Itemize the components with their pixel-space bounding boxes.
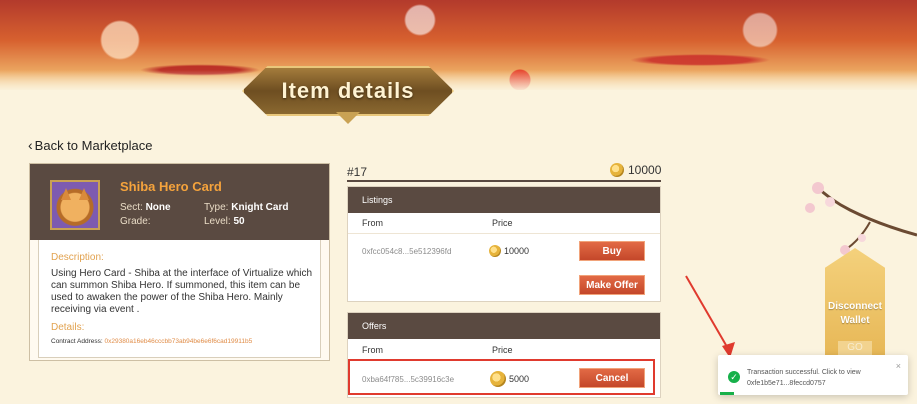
divider (347, 180, 661, 182)
sect-value: None (145, 202, 171, 213)
type-label: Type: (204, 202, 229, 213)
make-offer-button[interactable]: Make Offer (579, 275, 645, 295)
buy-button[interactable]: Buy (579, 241, 645, 261)
highlight-box (348, 359, 655, 395)
item-price-value: 10000 (628, 163, 662, 177)
row-divider (348, 233, 660, 234)
check-icon: ✓ (728, 371, 740, 383)
contract-address: Contract Address: 0x29380a16eb46cccbb73a… (51, 338, 252, 345)
grade-field: Grade: (120, 216, 151, 227)
chevron-left-icon: ‹ (28, 137, 33, 153)
annotation-arrow (685, 275, 735, 358)
toast-tx-hash: 0xfe1b5e71...8feccd0757 (747, 380, 826, 387)
toast-progress (720, 392, 734, 395)
toast-line-1: Transaction successful. Click to view (747, 369, 861, 376)
disconnect-wallet-button[interactable]: Disconnect Wallet (826, 300, 884, 328)
listing-price: 10000 (489, 245, 529, 257)
wallet-label: Wallet (840, 315, 870, 326)
listings-col-price: Price (492, 218, 513, 228)
offers-col-from: From (362, 345, 383, 355)
sect-field: Sect: None (120, 202, 171, 213)
contract-label: Contract Address: (51, 338, 103, 345)
type-field: Type: Knight Card (204, 202, 288, 213)
listings-section: Listings From Price 0xfcc054c8...5e51239… (347, 186, 661, 302)
banner-fade (0, 70, 917, 92)
item-price: 10000 (610, 163, 661, 177)
listing-from[interactable]: 0xfcc054c8...5e512396fd (362, 247, 451, 256)
item-card: Shiba Hero Card Sect: None Type: Knight … (29, 163, 330, 361)
details-label: Details: (51, 322, 85, 333)
item-card-header: Shiba Hero Card Sect: None Type: Knight … (30, 164, 329, 240)
description-label: Description: (51, 252, 104, 263)
back-link-label: Back to Marketplace (34, 137, 153, 153)
go-button[interactable]: GO (838, 341, 872, 355)
offers-title: Offers (348, 313, 660, 339)
description-text: Using Hero Card - Shiba at the interface… (51, 268, 313, 315)
back-to-marketplace-link[interactable]: ‹ Back to Marketplace (28, 137, 152, 153)
blossom-branch (805, 182, 917, 255)
disconnect-label: Disconnect (828, 301, 882, 312)
type-value: Knight Card (231, 202, 289, 213)
item-id: #17 (347, 165, 368, 179)
close-icon[interactable]: × (896, 361, 901, 371)
offers-col-price: Price (492, 345, 513, 355)
item-name: Shiba Hero Card (120, 179, 222, 194)
plaque-ornament (336, 112, 360, 124)
coin-icon (610, 163, 624, 177)
coin-icon (489, 245, 501, 257)
level-value: 50 (233, 216, 245, 227)
page-title-plaque: Item details (242, 66, 454, 116)
listing-price-value: 10000 (504, 246, 530, 256)
avatar-ear (79, 188, 89, 200)
sect-label: Sect: (120, 202, 143, 213)
level-label: Level: (204, 216, 231, 227)
grade-label: Grade: (120, 216, 151, 227)
toast-notification[interactable]: ✓ Transaction successful. Click to view … (718, 355, 908, 395)
toast-message[interactable]: Transaction successful. Click to view 0x… (747, 367, 861, 389)
page-title: Item details (281, 78, 415, 103)
level-field: Level: 50 (204, 216, 245, 227)
listings-title: Listings (348, 187, 660, 213)
shiba-avatar (50, 180, 100, 230)
listings-col-from: From (362, 218, 383, 228)
contract-value[interactable]: 0x29380a16eb46cccbb73ab94be6e6f6cad19911… (104, 338, 252, 345)
item-card-body: Description: Using Hero Card - Shiba at … (38, 240, 321, 358)
avatar-ear (61, 188, 71, 200)
